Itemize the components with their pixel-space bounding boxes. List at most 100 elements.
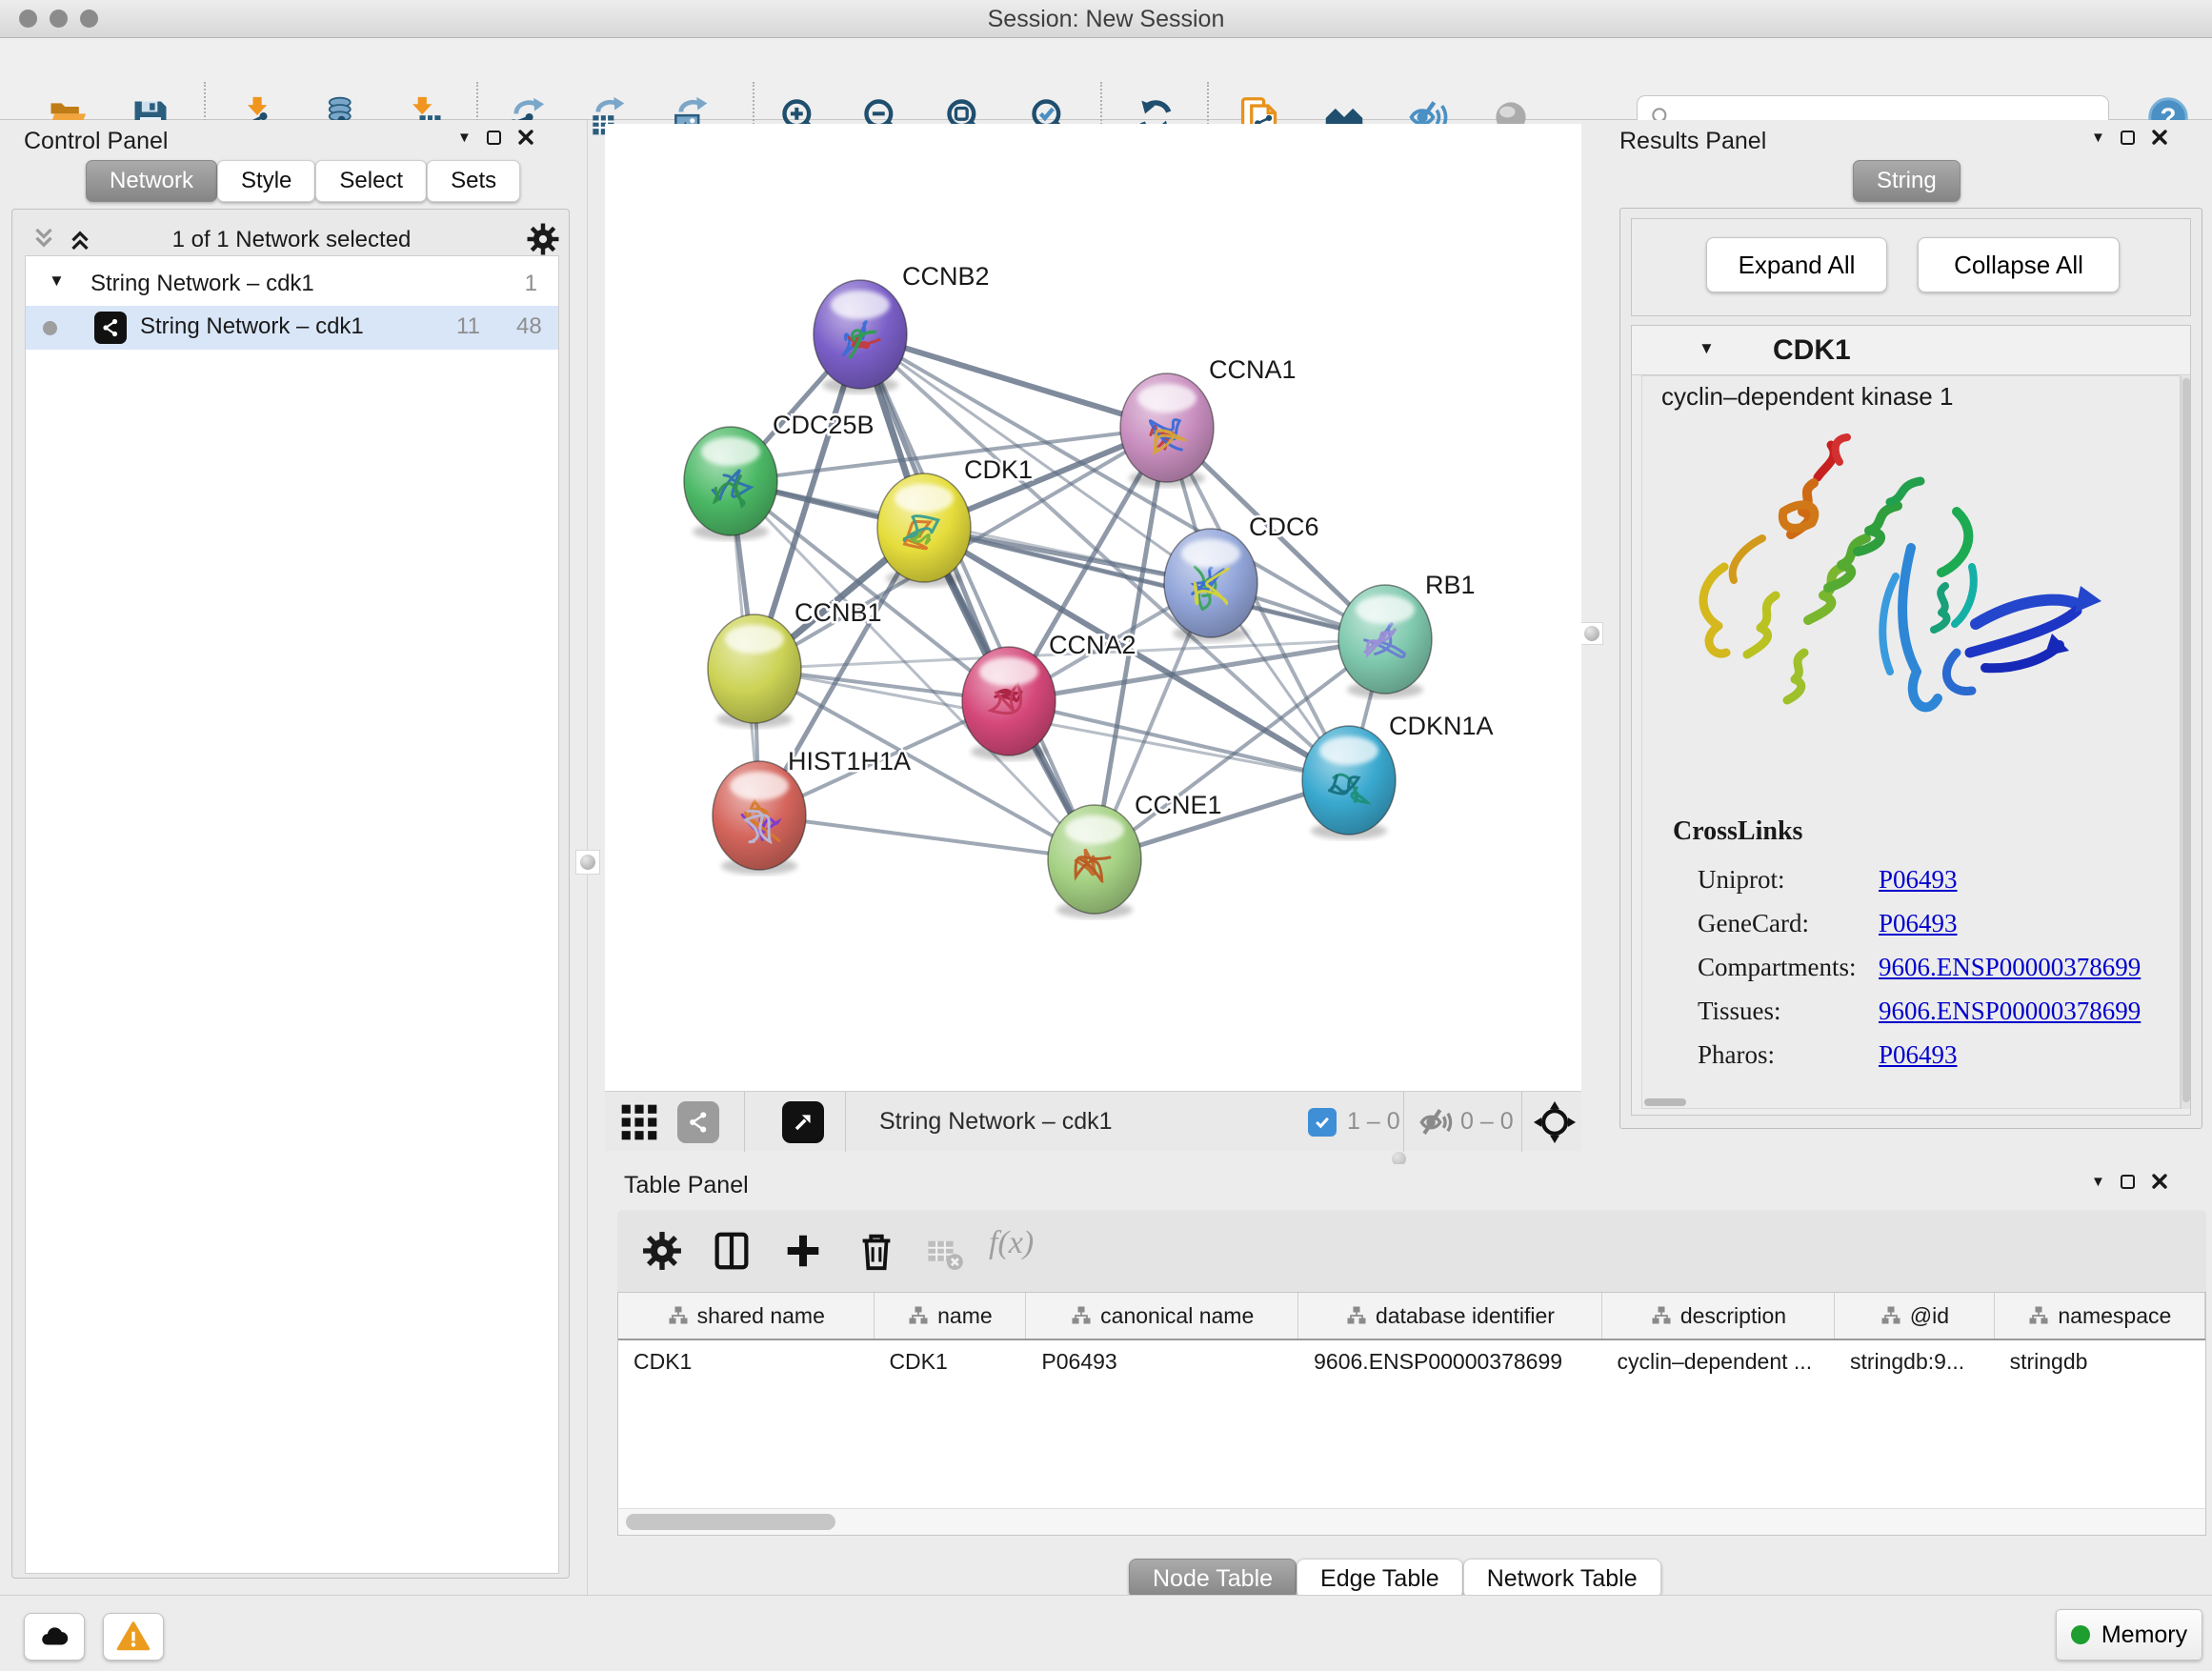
crosslink-label: Pharos: [1698,1040,1879,1070]
tab-style[interactable]: Style [217,160,315,202]
memory-label: Memory [2101,1621,2187,1649]
status-bar: Memory [0,1595,2212,1671]
collapse-all-button[interactable]: Collapse All [1918,237,2120,292]
crosslink-link[interactable]: 9606.ENSP00000378699 [1879,997,2141,1026]
delete-table-icon [924,1233,964,1273]
hidden-count: 0 – 0 [1460,1092,1514,1152]
panel-float-icon[interactable]: ▼ [2091,1174,2105,1190]
show-columns-icon[interactable] [710,1229,754,1273]
node-CCNB1[interactable] [708,614,801,728]
panel-maximize-icon[interactable] [2121,131,2135,145]
table-cell: 9606.ENSP00000378699 [1298,1340,1601,1382]
crosslink-label: Uniprot: [1698,865,1879,895]
tree-collapse-caret-icon[interactable]: ▼ [49,272,65,291]
panel-float-icon[interactable]: ▼ [2091,130,2105,146]
crosslink-link[interactable]: P06493 [1879,865,1958,895]
column-shared-icon [1880,1304,1902,1327]
selected-count: 1 – 0 [1347,1092,1400,1152]
node-CDC25B[interactable] [684,427,777,540]
column-header-description[interactable]: description [1602,1293,1835,1339]
network-share-view-icon[interactable] [677,1101,719,1143]
string-results-container: Expand All Collapse All ▼ CDK1 cyclin–de… [1619,208,2202,1129]
node-label-CCNA2: CCNA2 [1049,631,1136,659]
node-CCNB2[interactable] [814,280,907,393]
table-settings-gear-icon[interactable] [640,1229,684,1273]
crosslink-label: GeneCard: [1698,909,1879,938]
birds-eye-view-icon[interactable] [782,1101,824,1143]
table-horizontal-scrollbar[interactable] [618,1508,2205,1535]
node-CCNE1[interactable] [1048,805,1141,918]
window-title: Session: New Session [0,0,2212,38]
table-tabs: Node Table Edge Table Network Table [1129,1559,1661,1599]
panel-close-icon[interactable] [2150,128,2169,147]
node-label-CDKN1A: CDKN1A [1389,712,1494,740]
gene-description: cyclin–dependent kinase 1 [1661,382,1953,412]
scrollbar-thumb[interactable] [626,1514,835,1530]
horizontal-scrollbar-thumb[interactable] [1644,1098,1686,1106]
memory-button[interactable]: Memory [2056,1609,2202,1661]
table-cell: stringdb [1995,1340,2205,1382]
results-panel: Results Panel ▼ String Expand All Collap… [1610,120,2212,1164]
column-header-canonical-name[interactable]: canonical name [1026,1293,1298,1339]
column-header-database-identifier[interactable]: database identifier [1298,1293,1602,1339]
panel-maximize-icon[interactable] [487,131,501,145]
panel-maximize-icon[interactable] [2121,1175,2135,1189]
node-CDKN1A[interactable] [1302,726,1396,839]
network-tree-child-row[interactable]: String Network – cdk1 11 48 [26,306,558,350]
cloud-button[interactable] [24,1613,85,1661]
protein-structure-image [1671,424,2119,767]
tab-string[interactable]: String [1853,160,1961,202]
delete-column-trash-icon[interactable] [855,1229,898,1273]
node-HIST1H1A[interactable] [713,761,806,875]
node-label-HIST1H1A: HIST1H1A [788,747,911,775]
tab-node-table[interactable]: Node Table [1129,1559,1297,1599]
node-label-CCNE1: CCNE1 [1135,791,1222,819]
panel-close-icon[interactable] [516,128,535,147]
expand-collapse-box: Expand All Collapse All [1631,218,2191,316]
selected-checkbox[interactable] [1308,1108,1337,1137]
warning-button[interactable] [103,1613,164,1661]
panel-close-icon[interactable] [2150,1172,2169,1191]
panel-float-icon[interactable]: ▼ [457,130,472,146]
crosslink-link[interactable]: P06493 [1879,1040,1958,1070]
crosslink-link[interactable]: P06493 [1879,909,1958,938]
network-canvas[interactable]: CCNB2CCNA1CDC25BCDK1CDC6RB1CCNB1CCNA2CDK… [605,124,1581,1091]
table-row[interactable]: CDK1CDK1P064939606.ENSP00000378699cyclin… [618,1340,2205,1382]
node-RB1[interactable] [1338,585,1432,698]
network-options-gear-icon[interactable] [525,221,561,257]
fit-crosshair-icon[interactable] [1533,1100,1577,1144]
expand-all-button[interactable]: Expand All [1706,237,1887,292]
column-header--id[interactable]: @id [1835,1293,1994,1339]
create-column-plus-icon[interactable] [781,1229,825,1273]
hidden-eye-icon[interactable] [1415,1101,1457,1143]
edge-CCNA2-CDKN1A [1009,701,1349,780]
column-header-name[interactable]: name [875,1293,1027,1339]
crosslink-link[interactable]: 9606.ENSP00000378699 [1879,953,2141,982]
network-tree: ▼ String Network – cdk1 1 String Network… [25,255,559,1574]
title-bar: Session: New Session [0,0,2212,38]
right-splitter-grip[interactable] [1580,622,1603,645]
gene-collapse-caret-icon[interactable]: ▼ [1699,339,1715,358]
column-header-namespace[interactable]: namespace [1995,1293,2205,1339]
network-edge-count: 48 [516,313,542,340]
toolbar-divider [845,1092,846,1152]
edge-CCNB2-CCNA1 [860,334,1167,428]
tab-select[interactable]: Select [315,160,427,202]
tab-sets[interactable]: Sets [427,160,520,202]
column-header-shared-name[interactable]: shared name [618,1293,875,1339]
network-tree-root-row[interactable]: ▼ String Network – cdk1 1 [26,264,558,306]
tab-network-table[interactable]: Network Table [1463,1559,1661,1599]
left-splitter-grip[interactable] [575,850,600,875]
tab-network[interactable]: Network [86,160,217,202]
grid-view-icon[interactable] [618,1101,660,1143]
gene-section-header[interactable]: ▼ CDK1 [1632,326,2190,375]
control-panel-tabs: Network Style Select Sets [86,160,520,202]
crosslink-row: Pharos:P06493 [1698,1033,2174,1077]
network-selected-header: 1 of 1 Network selected [12,227,571,253]
network-status-dot-icon [43,321,57,335]
tab-edge-table[interactable]: Edge Table [1297,1559,1463,1599]
control-panel: Control Panel ▼ Network Style Select Set… [0,120,588,1595]
toolbar-divider [1403,1092,1404,1152]
node-CCNA1[interactable] [1120,373,1214,487]
vertical-scrollbar[interactable] [2181,376,2190,1109]
